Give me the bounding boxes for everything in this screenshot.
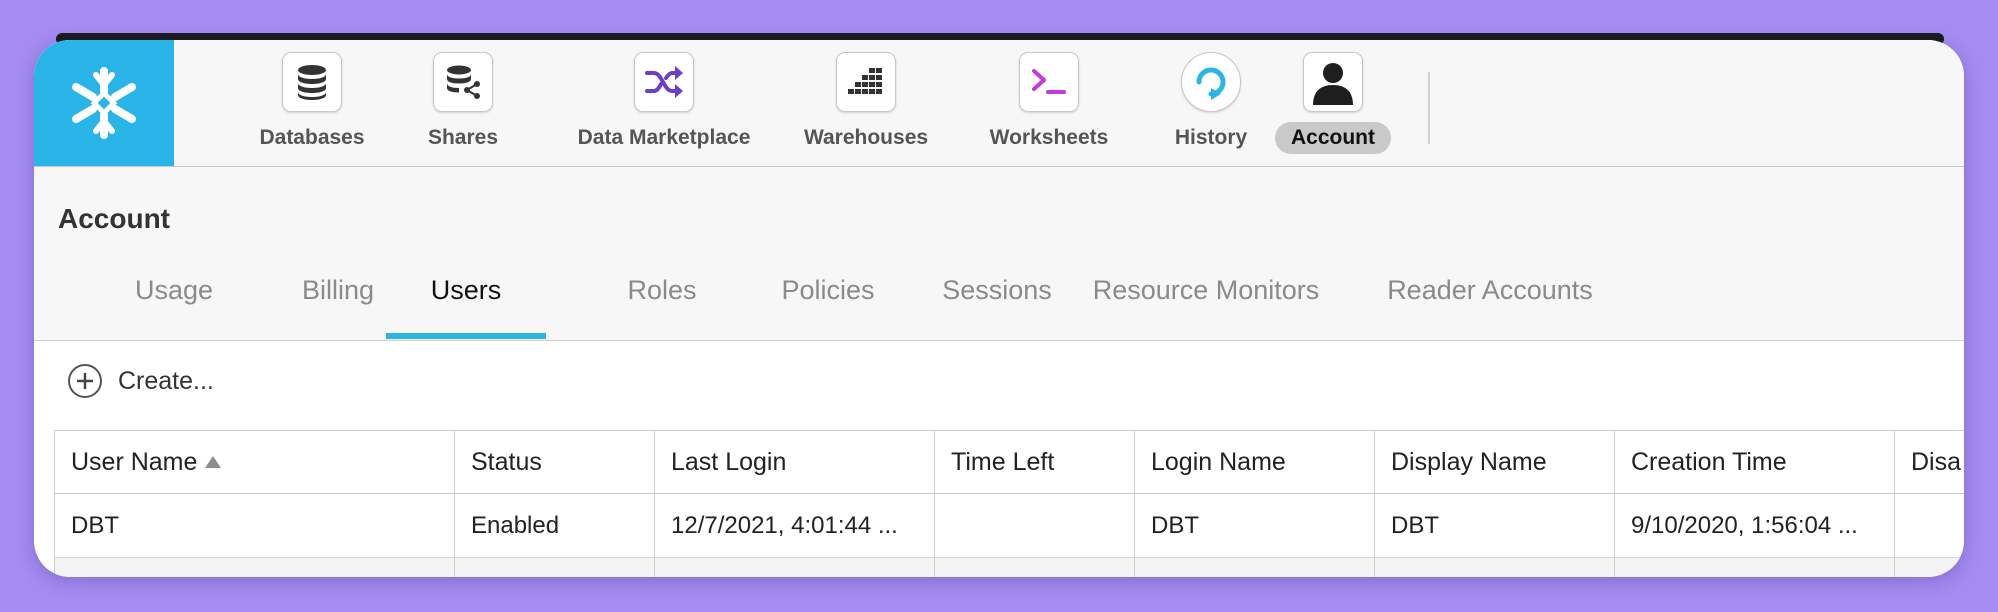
nav-account[interactable]: Account: [1252, 52, 1414, 156]
cell-user-name: DBT: [54, 494, 455, 557]
column-header-last-login[interactable]: Last Login: [654, 431, 935, 493]
nav-divider: [1428, 72, 1430, 144]
table-header-row: User Name Status Last Login Time Left Lo…: [54, 431, 1964, 494]
cell-time-left: [934, 494, 1135, 557]
shares-icon: [447, 65, 480, 99]
create-user-button[interactable]: Create...: [68, 364, 214, 398]
database-icon: [298, 65, 326, 100]
tab-roles[interactable]: Roles: [582, 269, 742, 339]
tab-resource-monitors[interactable]: Resource Monitors: [1066, 269, 1346, 339]
tab-sessions[interactable]: Sessions: [904, 269, 1090, 339]
shuffle-icon: [645, 66, 683, 98]
cell-login-name: DBT: [1134, 494, 1375, 557]
column-header-disabled[interactable]: Disa: [1894, 431, 1964, 493]
create-label: Create...: [118, 366, 214, 395]
nav-label: Warehouses: [803, 126, 929, 149]
nav-warehouses[interactable]: Warehouses: [784, 52, 948, 156]
cell-last-login: 12/7/2021, 4:01:44 ...: [654, 494, 935, 557]
column-header-time-left[interactable]: Time Left: [934, 431, 1135, 493]
nav-label: History: [1174, 126, 1248, 149]
cell-display-name: DBT: [1374, 494, 1615, 557]
terminal-icon: [1032, 69, 1066, 94]
warehouses-icon: [848, 68, 882, 94]
tab-usage[interactable]: Usage: [94, 269, 254, 339]
tab-users[interactable]: Users: [386, 269, 546, 339]
cell-disabled: [1894, 494, 1964, 557]
cell-status: Enabled: [454, 494, 655, 557]
top-nav: Databases Shares Data Marketplace Wareho…: [34, 40, 1964, 167]
table-row[interactable]: [54, 558, 1964, 577]
column-header-creation-time[interactable]: Creation Time: [1614, 431, 1895, 493]
page-header: Account Usage Billing Users Roles Polici…: [34, 167, 1964, 341]
user-icon: [1313, 63, 1353, 105]
page-title: Account: [58, 203, 170, 234]
column-header-display-name[interactable]: Display Name: [1374, 431, 1615, 493]
history-icon: [1196, 67, 1226, 100]
nav-label: Account: [1275, 122, 1391, 154]
tab-policies[interactable]: Policies: [740, 269, 916, 339]
column-header-user-name[interactable]: User Name: [54, 431, 455, 493]
users-table: User Name Status Last Login Time Left Lo…: [54, 430, 1964, 577]
tab-reader-accounts[interactable]: Reader Accounts: [1360, 269, 1620, 339]
logo[interactable]: [34, 40, 174, 166]
table-row[interactable]: DBT Enabled 12/7/2021, 4:01:44 ... DBT D…: [54, 494, 1964, 558]
nav-worksheets[interactable]: Worksheets: [969, 52, 1129, 156]
nav-label: Shares: [427, 126, 499, 149]
app-window: Databases Shares Data Marketplace Wareho…: [34, 40, 1964, 577]
nav-label: Databases: [259, 126, 365, 149]
nav-label: Worksheets: [989, 126, 1109, 149]
column-header-login-name[interactable]: Login Name: [1134, 431, 1375, 493]
nav-shares[interactable]: Shares: [408, 52, 518, 156]
cell-creation-time: 9/10/2020, 1:56:04 ...: [1614, 494, 1895, 557]
nav-label: Data Marketplace: [577, 126, 751, 149]
nav-databases[interactable]: Databases: [216, 52, 408, 156]
sort-ascending-icon: [205, 456, 222, 468]
plus-circle-icon: [68, 364, 102, 398]
snowflake-icon: [72, 67, 136, 139]
column-header-status[interactable]: Status: [454, 431, 655, 493]
nav-data-marketplace[interactable]: Data Marketplace: [534, 52, 794, 156]
